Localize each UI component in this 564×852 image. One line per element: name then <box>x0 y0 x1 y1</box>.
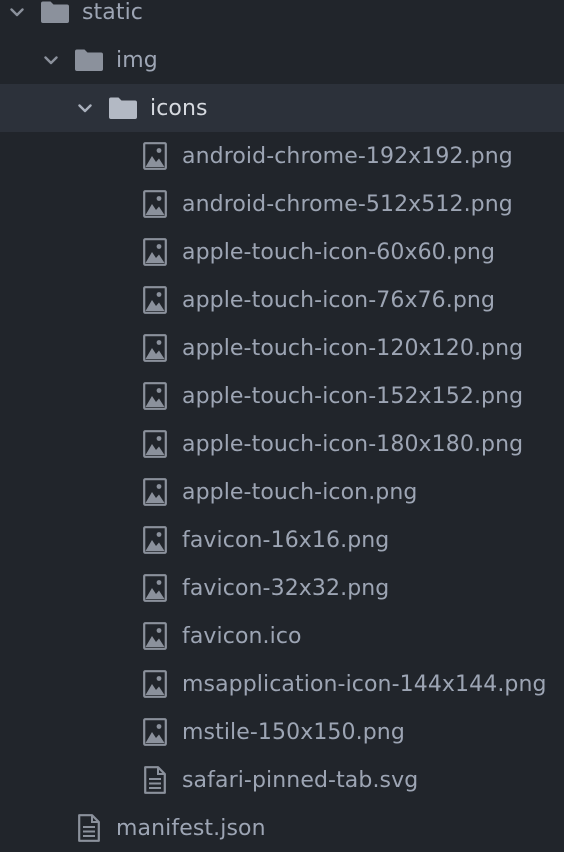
folder-icon <box>40 0 70 26</box>
tree-file-label: apple-touch-icon-60x60.png <box>182 239 496 265</box>
file-tree: static img icons android-chrome-192x192.… <box>0 0 564 850</box>
tree-file-label: apple-touch-icon-180x180.png <box>182 431 524 457</box>
image-file-icon <box>140 286 170 314</box>
tree-file-item[interactable]: favicon-16x16.png <box>0 516 564 564</box>
image-file-icon <box>140 574 170 602</box>
tree-file-item[interactable]: apple-touch-icon.png <box>0 468 564 516</box>
image-file-icon <box>140 526 170 554</box>
folder-icon <box>108 94 138 122</box>
tree-file-item[interactable]: apple-touch-icon-76x76.png <box>0 276 564 324</box>
chevron-down-icon[interactable] <box>42 51 60 69</box>
tree-file-item[interactable]: apple-touch-icon-152x152.png <box>0 372 564 420</box>
tree-file-label: safari-pinned-tab.svg <box>182 767 419 793</box>
chevron-down-icon[interactable] <box>76 99 94 117</box>
image-file-icon <box>140 238 170 266</box>
tree-file-manifest[interactable]: manifest.json <box>0 804 564 852</box>
tree-file-item[interactable]: android-chrome-512x512.png <box>0 180 564 228</box>
image-file-icon <box>140 622 170 650</box>
tree-file-label: mstile-150x150.png <box>182 719 405 745</box>
tree-file-item[interactable]: apple-touch-icon-120x120.png <box>0 324 564 372</box>
text-file-icon <box>140 766 170 794</box>
tree-file-item[interactable]: favicon-32x32.png <box>0 564 564 612</box>
image-file-icon <box>140 718 170 746</box>
tree-file-item[interactable]: msapplication-icon-144x144.png <box>0 660 564 708</box>
tree-folder-static[interactable]: static <box>0 0 564 36</box>
image-file-icon <box>140 670 170 698</box>
tree-file-label: apple-touch-icon-152x152.png <box>182 383 524 409</box>
tree-folder-label: static <box>82 0 144 25</box>
tree-folder-label: img <box>116 47 158 73</box>
tree-file-item[interactable]: favicon.ico <box>0 612 564 660</box>
tree-file-label: msapplication-icon-144x144.png <box>182 671 547 697</box>
image-file-icon <box>140 142 170 170</box>
tree-file-item[interactable]: android-chrome-192x192.png <box>0 132 564 180</box>
tree-file-label: apple-touch-icon-76x76.png <box>182 287 496 313</box>
tree-file-item[interactable]: mstile-150x150.png <box>0 708 564 756</box>
tree-file-label: android-chrome-512x512.png <box>182 191 513 217</box>
tree-file-item[interactable]: apple-touch-icon-60x60.png <box>0 228 564 276</box>
image-file-icon <box>140 190 170 218</box>
tree-file-label: apple-touch-icon.png <box>182 479 418 505</box>
tree-file-label: manifest.json <box>116 815 266 841</box>
tree-folder-label: icons <box>150 95 208 121</box>
tree-file-item[interactable]: apple-touch-icon-180x180.png <box>0 420 564 468</box>
tree-file-label: favicon-32x32.png <box>182 575 390 601</box>
image-file-icon <box>140 382 170 410</box>
tree-file-label: apple-touch-icon-120x120.png <box>182 335 524 361</box>
text-file-icon <box>74 814 104 842</box>
image-file-icon <box>140 334 170 362</box>
tree-file-label: favicon.ico <box>182 623 302 649</box>
tree-folder-img[interactable]: img <box>0 36 564 84</box>
folder-icon <box>74 46 104 74</box>
image-file-icon <box>140 430 170 458</box>
chevron-down-icon[interactable] <box>8 3 26 21</box>
image-file-icon <box>140 478 170 506</box>
tree-file-item[interactable]: safari-pinned-tab.svg <box>0 756 564 804</box>
tree-folder-icons[interactable]: icons <box>0 84 564 132</box>
tree-file-label: android-chrome-192x192.png <box>182 143 513 169</box>
tree-file-label: favicon-16x16.png <box>182 527 390 553</box>
